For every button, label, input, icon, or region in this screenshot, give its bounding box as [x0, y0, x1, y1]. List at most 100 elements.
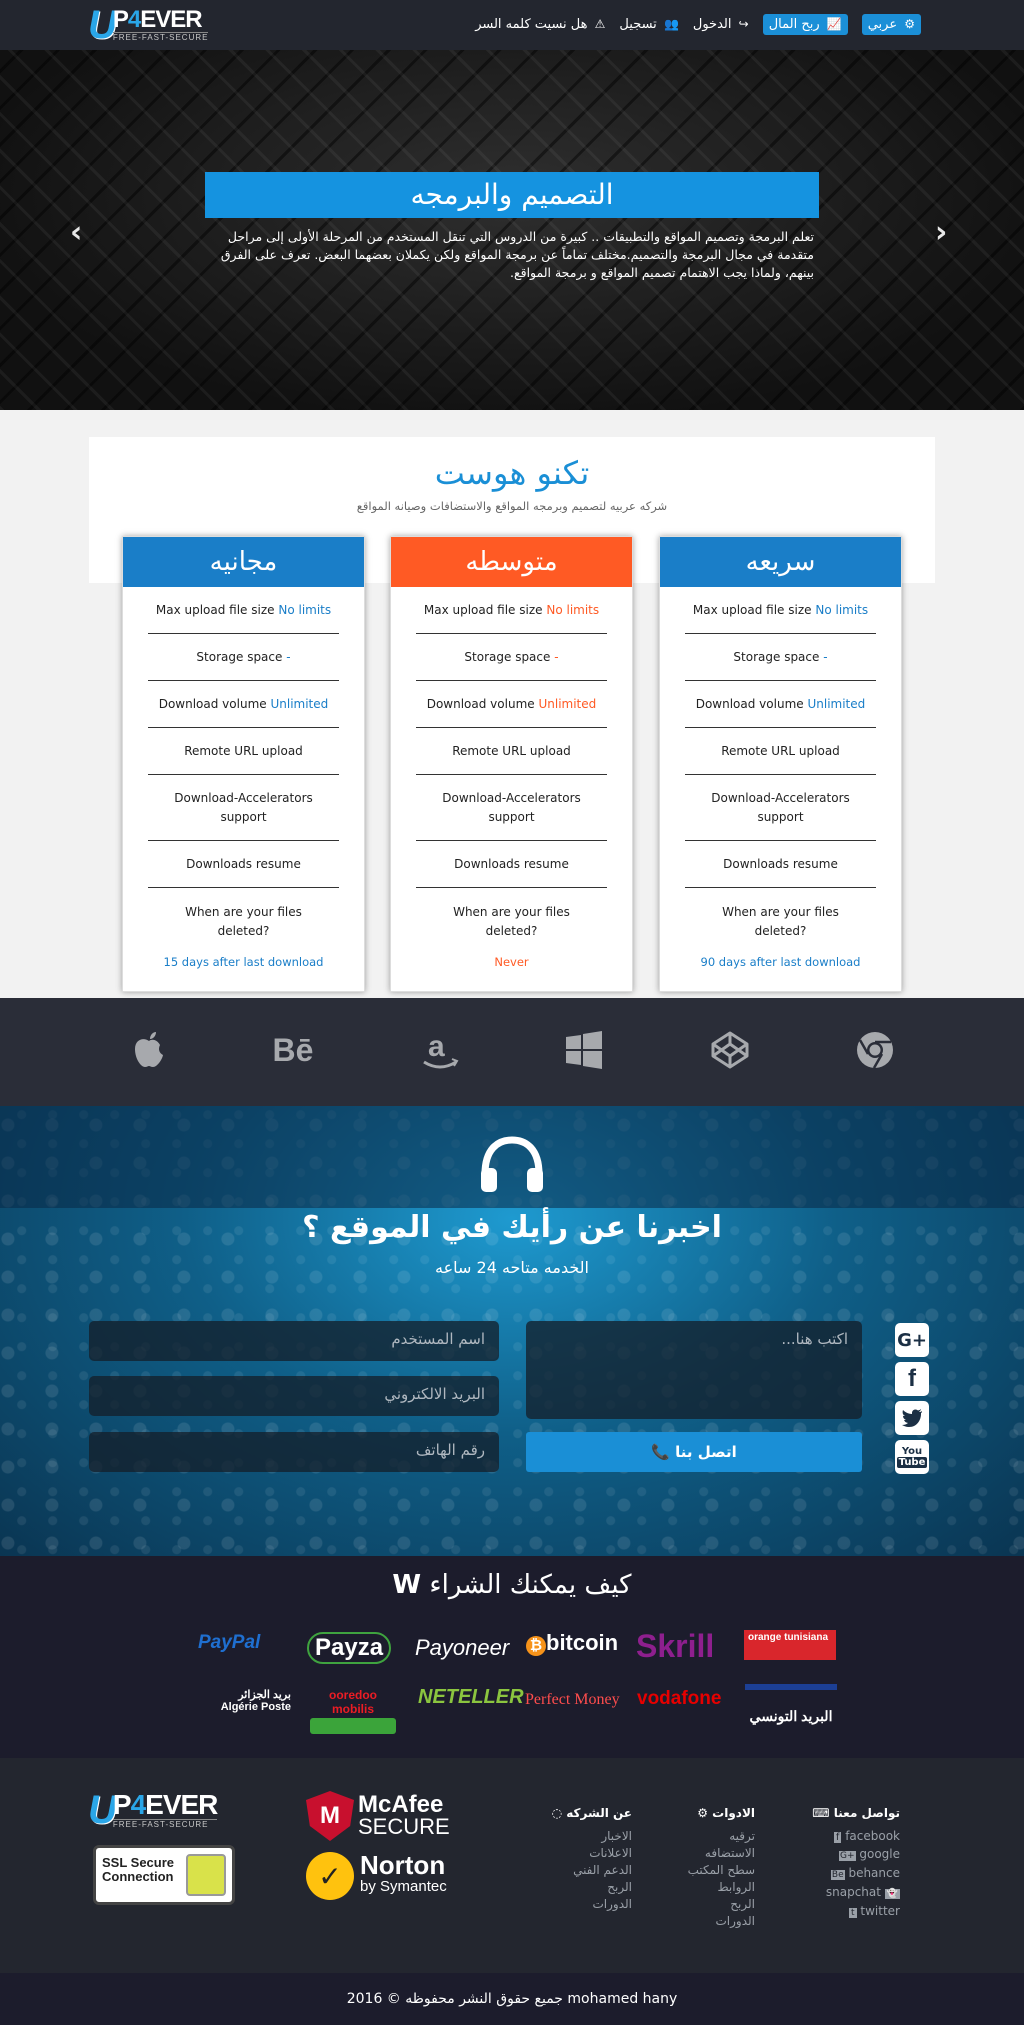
plan-feature-row: Download volume Unlimited	[685, 681, 876, 728]
feature-label: Download volume	[426, 696, 535, 711]
snapchat-square-icon: 👻	[884, 1889, 900, 1899]
contact-us-button[interactable]: اتصل بنا 📞	[526, 1432, 862, 1472]
feature-label: Remote URL upload	[452, 743, 571, 758]
language-button[interactable]: عربي ⚙	[861, 14, 921, 35]
codepen-icon	[708, 1028, 752, 1072]
plan-deleted-value: 90 days after last download	[700, 955, 861, 969]
footer-about-column: عن الشركه ◌ الاخبار الاعلانات الدعم الفن…	[520, 1806, 632, 1913]
plan-feature-row: Download-Accelerators support	[148, 775, 339, 841]
twitter-icon[interactable]	[895, 1401, 929, 1435]
checkmark-icon: ✓	[306, 1852, 354, 1900]
footer-link[interactable]: الدورات	[520, 1896, 632, 1913]
carousel-next-icon[interactable]: ›	[935, 218, 947, 248]
warning-icon: ⚠	[594, 17, 606, 31]
plan-name: متوسطه	[391, 537, 632, 587]
username-input[interactable]: اسم المستخدم	[89, 1321, 499, 1361]
pricing-card-fast: سريعه Max upload file size No limits Stora…	[659, 536, 902, 992]
footer-link[interactable]: الروابط	[650, 1879, 755, 1896]
email-input[interactable]: البريد الالكتروني	[89, 1376, 499, 1416]
footer-link[interactable]: الدعم الفني	[520, 1862, 632, 1879]
feature-label: Storage space	[733, 649, 820, 664]
hero-carousel: ‹ › التصميم والبرمجه تعلم البرمجة وتصميم…	[0, 50, 1024, 410]
lock-icon	[186, 1854, 226, 1896]
ooredoo-mobilis-logo: ooredoo mobilis	[310, 1688, 396, 1734]
orange-tunisiana-logo: orange tunisiana	[744, 1630, 836, 1660]
pricing-card-medium: متوسطه Max upload file size No limits Stor…	[390, 536, 633, 992]
plan-feature-row: Download-Accelerators support	[416, 775, 607, 841]
plan-deleted-value: 15 days after last download	[163, 955, 324, 969]
carousel-prev-icon[interactable]: ‹	[70, 218, 82, 248]
google-plus-icon[interactable]: G+	[895, 1323, 929, 1357]
chrome-icon	[853, 1028, 897, 1072]
footer-link[interactable]: الاستضافه	[650, 1845, 755, 1862]
skrill-logo: Skrill	[636, 1628, 715, 1664]
youtube-icon[interactable]: You Tube	[895, 1440, 929, 1474]
feature-label: Download volume	[158, 696, 267, 711]
phone-icon: 📞	[651, 1443, 670, 1461]
amazon-icon: a	[418, 1028, 462, 1072]
footer-connect-column: تواصل معنا ⌨ f facebook G+ google Be beh…	[790, 1806, 900, 1922]
register-link[interactable]: تسجيل 👥	[619, 17, 678, 32]
gear-icon: ⚙	[904, 17, 915, 31]
footer-link[interactable]: ترقيه	[650, 1828, 755, 1845]
forgot-password-link[interactable]: هل نسيت كلمه السر ⚠	[475, 17, 605, 32]
login-link[interactable]: الدخول ↪	[693, 17, 749, 32]
spinner-icon: ◌	[551, 1806, 563, 1820]
hero-title: التصميم والبرمجه	[205, 172, 819, 218]
feature-value: -	[823, 649, 828, 664]
contact-title: اخبرنا عن رأيك في الموقع ؟	[302, 1210, 722, 1245]
feature-value: No limits	[546, 602, 600, 617]
message-textarea[interactable]: اكتب هنا...	[526, 1321, 862, 1419]
plan-feature-row: Remote URL upload	[416, 728, 607, 775]
feature-label: Downloads resume	[454, 856, 569, 871]
payza-logo: Payza	[307, 1632, 392, 1664]
earn-money-button[interactable]: ربح المال 📈	[762, 14, 848, 35]
facebook-icon[interactable]: f	[895, 1362, 929, 1396]
footer-snapchat-link[interactable]: 👻 snapchat	[790, 1884, 900, 1903]
site-logo[interactable]: U P4EVER FREE-FAST-SECURE	[88, 5, 209, 45]
cogs-icon: ⚙	[697, 1806, 708, 1820]
tunisian-post-logo: البريد التونسي	[745, 1684, 837, 1725]
footer-facebook-link[interactable]: f facebook	[790, 1828, 900, 1846]
vodafone-logo: vodafone	[637, 1688, 722, 1709]
hero-description: تعلم البرمجة وتصميم المواقع والتطبيقات .…	[220, 229, 814, 280]
phone-input[interactable]: رقم الهاتف	[89, 1432, 499, 1472]
footer-link[interactable]: الاخبار	[520, 1828, 632, 1845]
plan-feature-row: Download volume Unlimited	[416, 681, 607, 728]
feature-label: Remote URL upload	[721, 743, 840, 758]
plan-deleted-value: Never	[494, 955, 529, 969]
feature-value: -	[286, 649, 291, 664]
footer-link[interactable]: الربح	[650, 1896, 755, 1913]
plan-name: سريعه	[660, 537, 901, 587]
footer-google-link[interactable]: G+ google	[790, 1846, 900, 1865]
svg-text:a: a	[428, 1030, 445, 1063]
chart-icon: 📈	[826, 17, 842, 31]
plan-deleted-question: When are your files deleted?	[453, 905, 570, 938]
payment-icon: W	[392, 1570, 422, 1600]
feature-label: Downloads resume	[723, 856, 838, 871]
share-icon: ↪	[738, 17, 749, 31]
footer-link[interactable]: الربح	[520, 1879, 632, 1896]
feature-label: Max upload file size	[155, 602, 275, 617]
plan-deleted-question: When are your files deleted?	[722, 905, 839, 938]
footer-link[interactable]: الاعلانات	[520, 1845, 632, 1862]
footer-logo[interactable]: U P4EVER FREE-FAST-SECURE	[88, 1790, 218, 1830]
plan-name: مجانيه	[123, 537, 364, 587]
mcafee-badge: M McAfee SECURE	[306, 1790, 456, 1842]
bitcoin-logo: ₿ bitcoin	[526, 1630, 618, 1656]
feature-value: -	[554, 649, 559, 664]
feature-value: No limits	[278, 602, 332, 617]
apple-icon	[127, 1028, 171, 1072]
footer-link[interactable]: الدورات	[650, 1913, 755, 1930]
pricing-card-free: مجانيه Max upload file size No limits Stor…	[122, 536, 365, 992]
footer-behance-link[interactable]: Be behance	[790, 1865, 900, 1884]
logo-tagline: FREE-FAST-SECURE	[112, 32, 209, 42]
feature-value: Unlimited	[538, 696, 597, 711]
feature-label: Max upload file size	[692, 602, 812, 617]
plan-feature-row: Downloads resume	[148, 841, 339, 888]
neteller-logo: NETELLER	[418, 1686, 524, 1708]
headphones-icon	[477, 1134, 547, 1194]
mcafee-shield-icon: M	[306, 1791, 354, 1841]
footer-twitter-link[interactable]: t twitter	[790, 1903, 900, 1922]
footer-link[interactable]: سطح المكتب	[650, 1862, 755, 1879]
